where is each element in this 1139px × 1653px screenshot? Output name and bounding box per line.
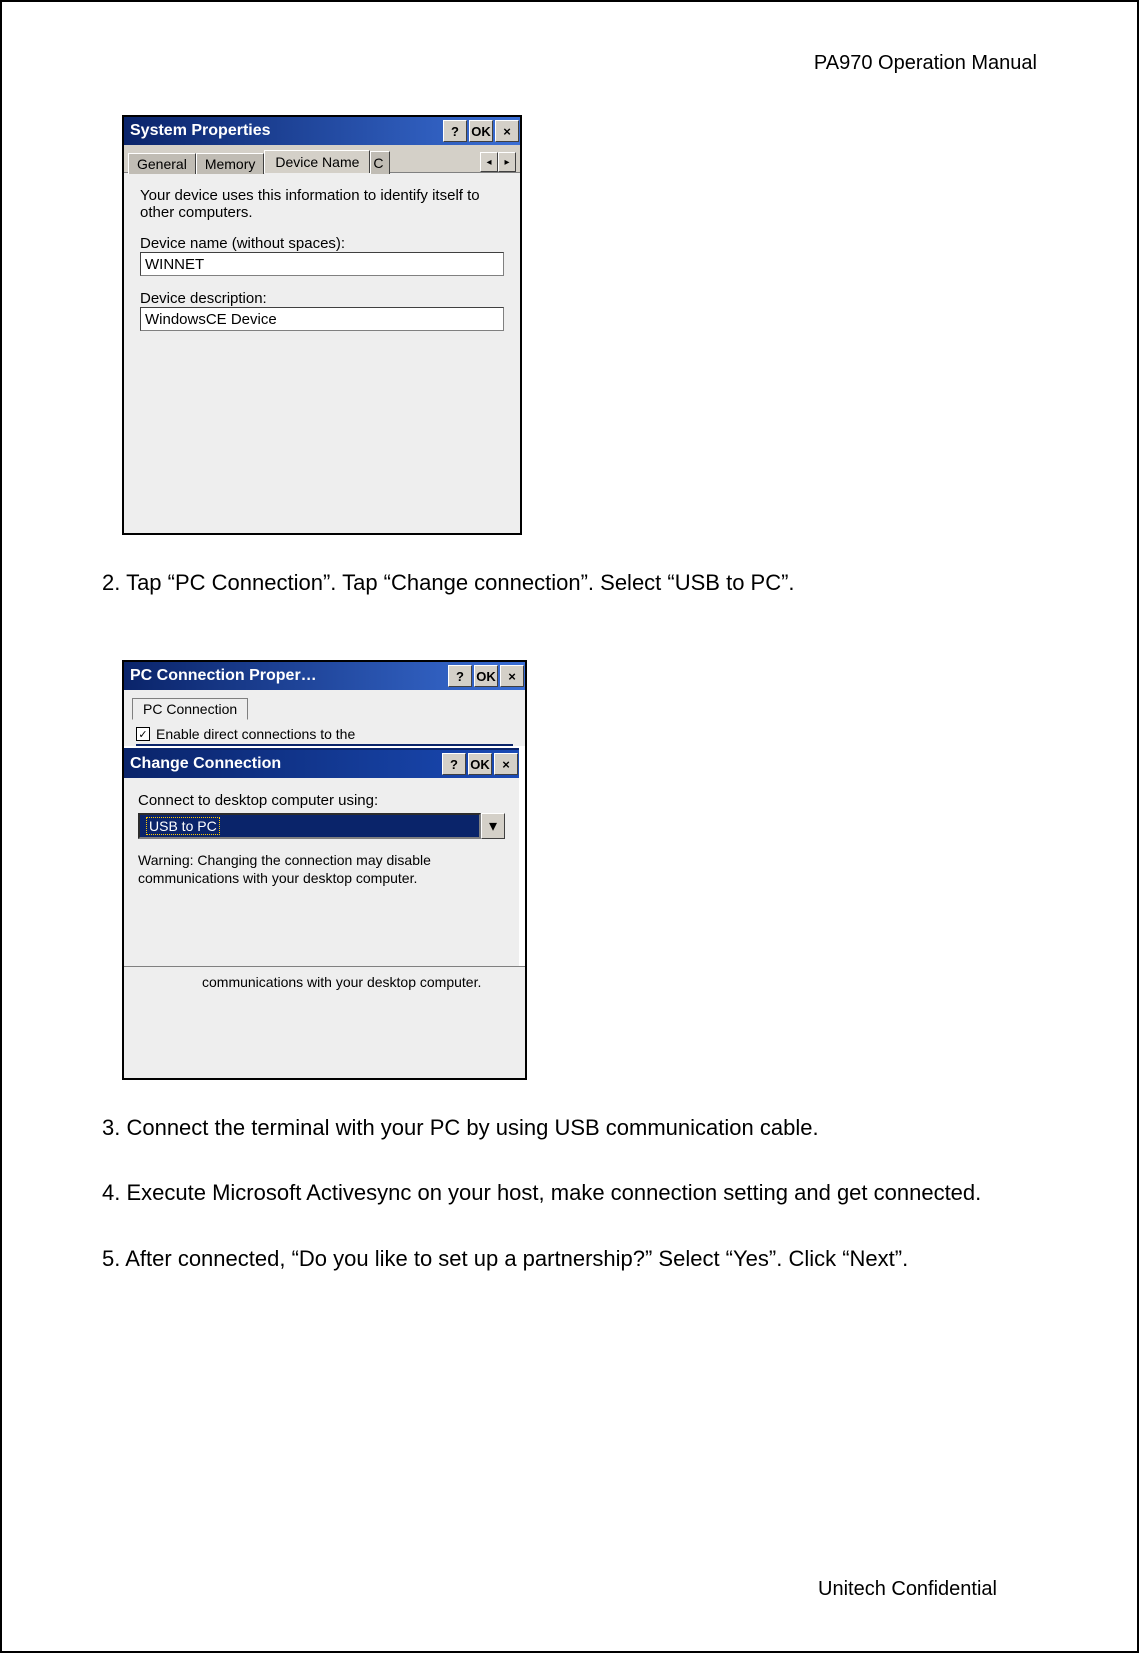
tab-pc-connection[interactable]: PC Connection bbox=[132, 698, 248, 720]
tab-strip: General Memory Device Name C ◂ ▸ bbox=[124, 145, 520, 173]
close-button[interactable]: × bbox=[500, 665, 524, 687]
doc-footer: Unitech Confidential bbox=[818, 1578, 997, 1601]
step-2-text: 2. Tap “PC Connection”. Tap “Change conn… bbox=[102, 565, 1037, 600]
enable-direct-label: Enable direct connections to the bbox=[156, 726, 355, 742]
connection-combo-value: USB to PC bbox=[146, 817, 220, 835]
help-button[interactable]: ? bbox=[448, 665, 472, 687]
window-title-front: Change Connection bbox=[130, 755, 281, 773]
connection-combo[interactable]: USB to PC ▾ bbox=[138, 813, 505, 839]
window-title-back: PC Connection Proper… bbox=[130, 667, 317, 685]
system-properties-window: System Properties ? OK × General Memory … bbox=[122, 115, 522, 535]
pc-connection-window: PC Connection Proper… ? OK × PC Connecti… bbox=[122, 660, 527, 1080]
help-button[interactable]: ? bbox=[442, 753, 466, 775]
tail-text: communications with your desktop compute… bbox=[202, 974, 481, 990]
tab-scroll-right-icon[interactable]: ▸ bbox=[498, 152, 516, 172]
tab-cropped[interactable]: C bbox=[370, 151, 390, 174]
device-name-input[interactable] bbox=[140, 252, 504, 276]
pc-connection-back: PC Connection Proper… ? OK × PC Connecti… bbox=[124, 662, 525, 746]
device-desc-input[interactable] bbox=[140, 307, 504, 331]
step-5-text: 5. After connected, “Do you like to set … bbox=[102, 1241, 1037, 1276]
close-button[interactable]: × bbox=[494, 753, 518, 775]
device-desc-label: Device description: bbox=[140, 290, 504, 307]
window-title: System Properties bbox=[130, 122, 271, 140]
info-text: Your device uses this information to ide… bbox=[140, 187, 504, 221]
window-body: Your device uses this information to ide… bbox=[124, 173, 520, 533]
connect-using-label: Connect to desktop computer using: bbox=[138, 792, 505, 809]
warning-text: Warning: Changing the connection may dis… bbox=[138, 851, 505, 887]
ok-button[interactable]: OK bbox=[474, 665, 498, 687]
titlebar-back: PC Connection Proper… ? OK × bbox=[124, 662, 525, 690]
step-4-text: 4. Execute Microsoft Activesync on your … bbox=[102, 1175, 1037, 1210]
change-connection-dialog: Change Connection ? OK × Connect to desk… bbox=[124, 748, 519, 968]
enable-direct-row: ✓ Enable direct connections to the bbox=[136, 726, 513, 746]
help-button[interactable]: ? bbox=[443, 120, 467, 142]
enable-direct-checkbox[interactable]: ✓ bbox=[136, 727, 150, 741]
chevron-down-icon[interactable]: ▾ bbox=[481, 813, 505, 839]
tab-device-name[interactable]: Device Name bbox=[264, 150, 370, 173]
tab-general[interactable]: General bbox=[128, 153, 196, 174]
close-button[interactable]: × bbox=[495, 120, 519, 142]
back-body-tail: communications with your desktop compute… bbox=[124, 966, 525, 1080]
ok-button[interactable]: OK bbox=[469, 120, 493, 142]
device-name-label: Device name (without spaces): bbox=[140, 235, 504, 252]
connection-combo-field[interactable]: USB to PC bbox=[138, 813, 481, 839]
titlebar: System Properties ? OK × bbox=[124, 117, 520, 145]
step-3-text: 3. Connect the terminal with your PC by … bbox=[102, 1110, 1037, 1145]
tab-memory[interactable]: Memory bbox=[196, 153, 265, 174]
ok-button[interactable]: OK bbox=[468, 753, 492, 775]
titlebar-front: Change Connection ? OK × bbox=[124, 750, 519, 778]
doc-header: PA970 Operation Manual bbox=[102, 52, 1037, 75]
tab-scroll-left-icon[interactable]: ◂ bbox=[480, 152, 498, 172]
